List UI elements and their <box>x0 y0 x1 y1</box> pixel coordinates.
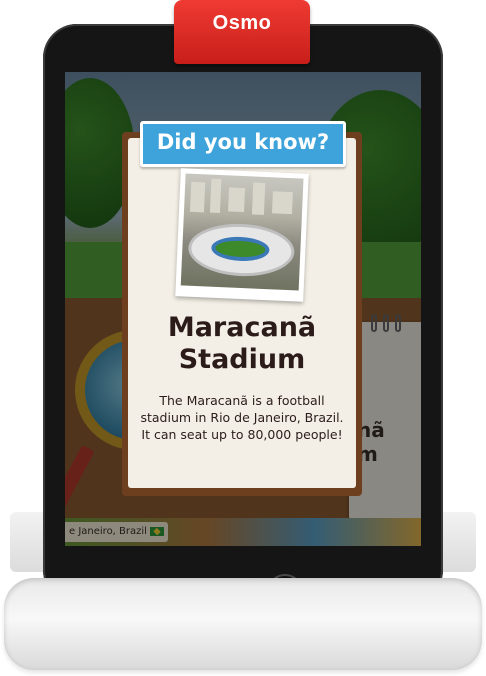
osmo-logo: Osmo <box>212 12 272 34</box>
banner-title: Did you know? <box>156 130 330 154</box>
building <box>209 178 222 214</box>
osmo-reflector-clip: Osmo <box>174 0 310 64</box>
stand-base <box>4 578 482 670</box>
building <box>228 187 246 213</box>
building <box>189 181 206 213</box>
stadium-photo-image <box>180 173 304 291</box>
stadium-icon <box>187 221 296 279</box>
building <box>251 182 266 215</box>
osmo-product-shot: nã m e Janeiro, Brazil Osmo Did you know… <box>0 0 486 676</box>
card-title-line2: Stadium <box>178 344 306 375</box>
card-title-line1: Maracanã <box>167 312 317 343</box>
pitch <box>210 235 270 263</box>
stadium-photo <box>175 168 309 302</box>
card-body: The Maracanã is a football stadium in Ri… <box>140 393 344 442</box>
card-title: Maracanã Stadium <box>128 312 356 376</box>
building <box>271 191 293 215</box>
did-you-know-banner: Did you know? <box>140 121 346 167</box>
